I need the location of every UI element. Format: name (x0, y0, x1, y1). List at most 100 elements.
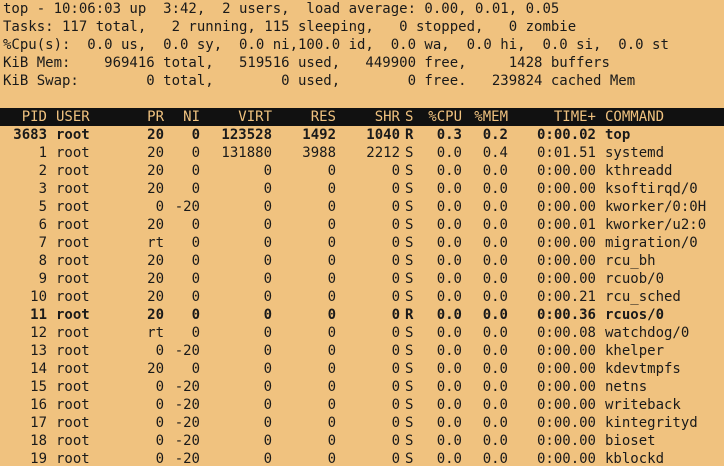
process-row[interactable]: 10 root 20 0 0 0 0 S 0.0 0.0 0:00.21 rcu_sched (0, 288, 724, 306)
time-cell: 0:00.00 (536, 181, 596, 197)
command-cell: kworker/u2:0 (605, 217, 707, 233)
summary-swap-line: KiB Swap: 0 total, 0 used, 0 free. 23982… (3, 73, 636, 89)
cpu-cell: 0.0 (436, 217, 462, 233)
time-cell: 0:00.01 (536, 217, 596, 233)
column-header-state: S (405, 109, 414, 125)
process-row[interactable]: 7 root rt 0 0 0 0 S 0.0 0.0 0:00.00 migration/0 (0, 234, 724, 252)
shr-cell: 0 (391, 451, 400, 466)
summary-uptime-line: top - 10:06:03 up 3:42, 2 users, load av… (3, 1, 560, 17)
ni-cell: 0 (191, 163, 200, 179)
user-cell: root (56, 307, 90, 323)
shr-cell: 0 (391, 271, 400, 287)
cpu-cell: 0.0 (436, 379, 462, 395)
mem-cell: 0.4 (482, 145, 508, 161)
pid-cell: 16 (30, 397, 47, 413)
cpu-cell: 0.0 (436, 451, 462, 466)
process-row[interactable]: 17 root 0 -20 0 0 0 S 0.0 0.0 0:00.00 kintegrityd (0, 414, 724, 432)
process-row[interactable]: 14 root 20 0 0 0 0 S 0.0 0.0 0:00.00 kdevtmpfs (0, 360, 724, 378)
cpu-cell: 0.0 (436, 361, 462, 377)
pr-cell: 0 (155, 451, 164, 466)
pr-cell: 20 (147, 127, 164, 143)
mem-cell: 0.0 (482, 217, 508, 233)
cpu-cell: 0.0 (436, 235, 462, 251)
res-cell: 0 (327, 217, 336, 233)
summary-mem-line: KiB Mem: 969416 total, 519516 used, 4499… (3, 55, 610, 71)
command-cell: kthreadd (605, 163, 673, 179)
process-row[interactable]: 1 root 20 0 131880 3988 2212 S 0.0 0.4 0:01.51 syst… (0, 144, 724, 162)
virt-cell: 0 (263, 163, 272, 179)
pid-cell: 12 (30, 325, 47, 341)
column-header-shr: SHR (374, 109, 400, 125)
pid-cell: 18 (30, 433, 47, 449)
virt-cell: 0 (263, 379, 272, 395)
shr-cell: 0 (391, 415, 400, 431)
user-cell: root (56, 451, 90, 466)
terminal-window[interactable]: top - 10:06:03 up 3:42, 2 users, load av… (0, 0, 724, 466)
pid-cell: 10 (30, 289, 47, 305)
process-row[interactable]: 13 root 0 -20 0 0 0 S 0.0 0.0 0:00.00 khelper (0, 342, 724, 360)
process-row[interactable]: 11 root 20 0 0 0 0 R 0.0 0.0 0:00.36 rcuos/0 (0, 306, 724, 324)
process-row[interactable]: 19 root 0 -20 0 0 0 S 0.0 0.0 0:00.00 kblockd (0, 450, 724, 466)
process-row[interactable]: 2 root 20 0 0 0 0 S 0.0 0.0 0:00.00 kthreadd (0, 162, 724, 180)
pid-cell: 14 (30, 361, 47, 377)
time-cell: 0:00.00 (536, 271, 596, 287)
process-row[interactable]: 18 root 0 -20 0 0 0 S 0.0 0.0 0:00.00 bioset (0, 432, 724, 450)
cpu-cell: 0.0 (436, 199, 462, 215)
pr-cell: 20 (147, 145, 164, 161)
res-cell: 3988 (302, 145, 336, 161)
state-cell: S (405, 415, 414, 431)
command-cell: ksoftirqd/0 (605, 181, 698, 197)
command-cell: rcuob/0 (605, 271, 665, 287)
res-cell: 0 (327, 289, 336, 305)
pid-cell: 2 (38, 163, 47, 179)
virt-cell: 0 (263, 325, 272, 341)
user-cell: root (56, 433, 90, 449)
process-row[interactable]: 3683 root 20 0 123528 1492 1040 R 0.3 0.2 0:00.02 t… (0, 126, 724, 144)
command-cell: kintegrityd (605, 415, 698, 431)
pid-cell: 11 (30, 307, 47, 323)
user-cell: root (56, 343, 90, 359)
process-row[interactable]: 12 root rt 0 0 0 0 S 0.0 0.0 0:00.08 watchdog/0 (0, 324, 724, 342)
time-cell: 0:00.02 (536, 127, 596, 143)
pid-cell: 13 (30, 343, 47, 359)
virt-cell: 0 (263, 235, 272, 251)
command-cell: rcu_sched (605, 289, 681, 305)
res-cell: 0 (327, 199, 336, 215)
command-cell: systemd (605, 145, 665, 161)
user-cell: root (56, 361, 90, 377)
state-cell: S (405, 289, 414, 305)
state-cell: S (405, 361, 414, 377)
user-cell: root (56, 379, 90, 395)
process-row[interactable]: 15 root 0 -20 0 0 0 S 0.0 0.0 0:00.00 netns (0, 378, 724, 396)
ni-cell: -20 (174, 343, 200, 359)
pid-cell: 15 (30, 379, 47, 395)
process-row[interactable]: 16 root 0 -20 0 0 0 S 0.0 0.0 0:00.00 writeback (0, 396, 724, 414)
time-cell: 0:00.00 (536, 199, 596, 215)
mem-cell: 0.0 (482, 181, 508, 197)
mem-cell: 0.0 (482, 415, 508, 431)
process-row[interactable]: 5 root 0 -20 0 0 0 S 0.0 0.0 0:00.00 kworker/0:0H (0, 198, 724, 216)
mem-cell: 0.0 (482, 253, 508, 269)
process-row[interactable]: 3 root 20 0 0 0 0 S 0.0 0.0 0:00.00 ksoftirqd/0 (0, 180, 724, 198)
process-row[interactable]: 6 root 20 0 0 0 0 S 0.0 0.0 0:00.01 kworker/u2:0 (0, 216, 724, 234)
pr-cell: 20 (147, 217, 164, 233)
process-row[interactable]: 9 root 20 0 0 0 0 S 0.0 0.0 0:00.00 rcuob/0 (0, 270, 724, 288)
user-cell: root (56, 253, 90, 269)
time-cell: 0:00.00 (536, 163, 596, 179)
state-cell: S (405, 253, 414, 269)
res-cell: 0 (327, 361, 336, 377)
pr-cell: 0 (155, 397, 164, 413)
shr-cell: 0 (391, 289, 400, 305)
virt-cell: 123528 (221, 127, 272, 143)
shr-cell: 0 (391, 397, 400, 413)
mem-cell: 0.2 (482, 127, 508, 143)
state-cell: S (405, 199, 414, 215)
process-row[interactable]: 8 root 20 0 0 0 0 S 0.0 0.0 0:00.00 rcu_bh (0, 252, 724, 270)
summary-tasks-line: Tasks: 117 total, 2 running, 115 sleepin… (3, 19, 577, 35)
res-cell: 0 (327, 235, 336, 251)
pid-cell: 1 (38, 145, 47, 161)
user-cell: root (56, 235, 90, 251)
virt-cell: 0 (263, 253, 272, 269)
mem-cell: 0.0 (482, 163, 508, 179)
res-cell: 0 (327, 181, 336, 197)
